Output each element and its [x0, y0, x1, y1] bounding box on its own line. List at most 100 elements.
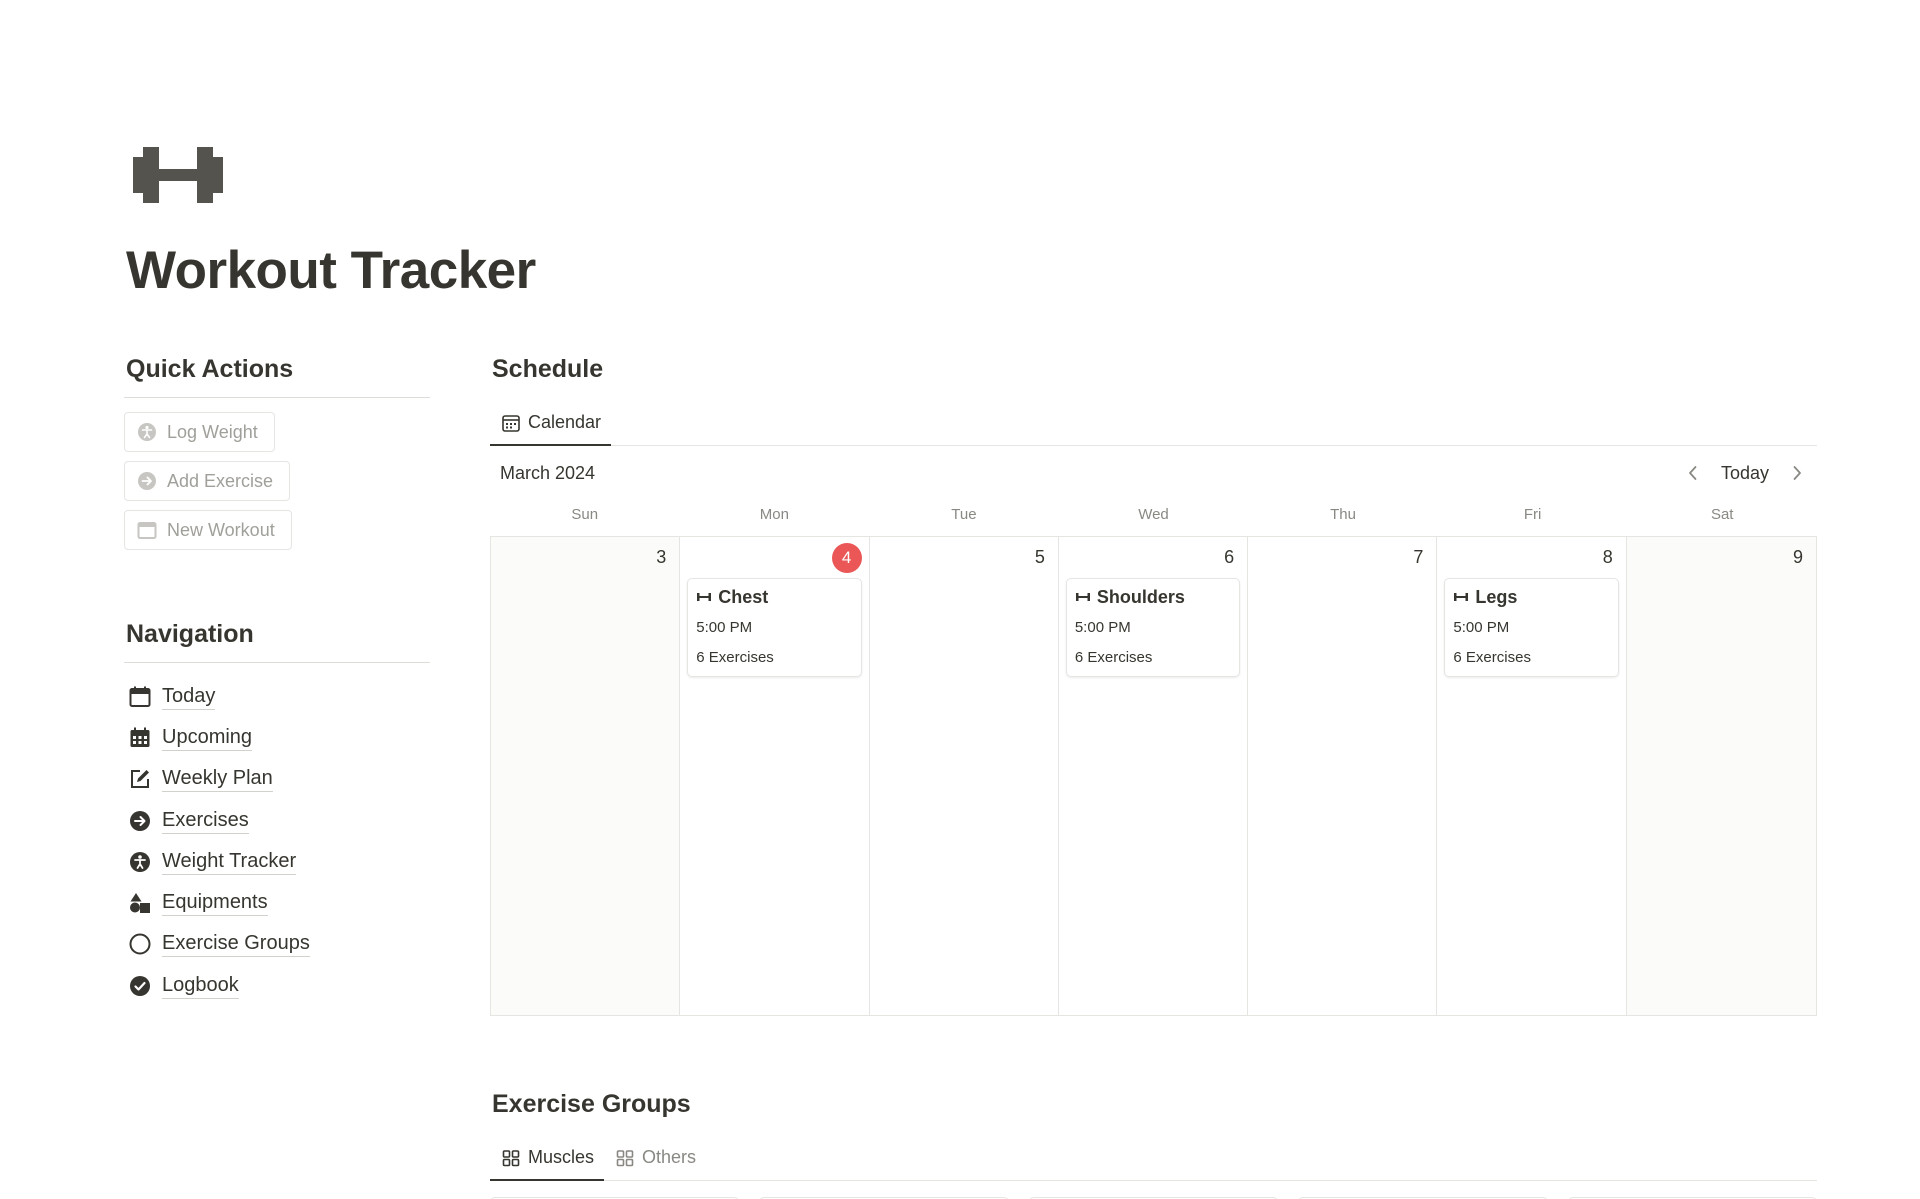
calendar-header: March 2024 Today — [490, 446, 1817, 500]
day-number: 5 — [1034, 547, 1045, 567]
event-title: Chest — [696, 585, 852, 609]
quick-actions-heading: Quick Actions — [126, 355, 294, 383]
day-number: 8 — [1602, 547, 1613, 567]
new-workout-label: New Workout — [167, 519, 275, 540]
exercise-groups-section: Exercise Groups Muscles Others — [490, 1090, 1818, 1199]
dumbbell-icon — [1075, 589, 1091, 605]
left-column: Quick Actions Log Weight Add Exercise Ne… — [124, 355, 430, 1006]
event-exercise-count: 6 Exercises — [1074, 649, 1153, 666]
schedule-section: Schedule Calendar March 2024 Today Sun M… — [490, 355, 1817, 1016]
nav-label: Logbook — [162, 973, 239, 999]
navigation-heading: Navigation — [126, 620, 254, 648]
add-exercise-label: Add Exercise — [167, 470, 274, 491]
day-number: 6 — [1224, 547, 1235, 567]
event-time: 5:00 PM — [696, 619, 753, 636]
log-weight-label: Log Weight — [167, 421, 258, 442]
event-time: 5:00 PM — [1453, 619, 1510, 636]
divider — [124, 662, 430, 663]
calendar-day-cell[interactable]: 4 Chest 5:00 PM 6 Exercises — [680, 537, 870, 1015]
today-button[interactable]: Today — [1715, 463, 1775, 484]
calendar-week-grid: 3 4 Chest 5:00 PM 6 Exercises 5 6 Should… — [490, 536, 1817, 1016]
circle-outline-icon — [128, 932, 152, 956]
dumbbell-icon — [133, 147, 223, 203]
new-workout-button[interactable]: New Workout — [124, 510, 292, 550]
navigation-list: Today Upcoming Weekly Plan Exercises Wei… — [124, 676, 430, 1006]
calendar-day-cell[interactable]: 8 Legs 5:00 PM 6 Exercises — [1437, 537, 1627, 1015]
divider — [124, 397, 430, 398]
event-exercise-count: 6 Exercises — [696, 649, 774, 666]
add-exercise-button[interactable]: Add Exercise — [124, 461, 291, 501]
nav-label: Weight Tracker — [162, 849, 297, 875]
chevron-right-icon[interactable] — [1785, 461, 1809, 485]
schedule-heading: Schedule — [492, 355, 604, 383]
calendar-day-cell[interactable]: 7 — [1248, 537, 1438, 1015]
tab-calendar[interactable]: Calendar — [490, 400, 612, 446]
dumbbell-icon — [1453, 589, 1469, 605]
today-badge: 4 — [831, 543, 862, 573]
event-title: Shoulders — [1075, 585, 1231, 609]
event-title-text: Legs — [1475, 586, 1518, 607]
event-card[interactable]: Chest 5:00 PM 6 Exercises — [687, 578, 862, 677]
nav-label: Equipments — [162, 890, 268, 917]
calendar-nav: Today — [1681, 461, 1817, 485]
calendar-day-cell[interactable]: 3 — [491, 537, 681, 1015]
weekday-header-row: Sun Mon Tue Wed Thu Fri Sat — [490, 500, 1817, 528]
event-title-text: Chest — [718, 586, 769, 607]
edit-icon — [128, 767, 152, 791]
weekday-label: Sat — [1710, 505, 1734, 523]
weekday-label: Fri — [1523, 505, 1542, 523]
calendar-day-cell[interactable]: 6 Shoulders 5:00 PM 6 Exercises — [1059, 537, 1249, 1015]
weekday-label: Thu — [1330, 505, 1356, 523]
tab-muscles-label: Muscles — [528, 1147, 595, 1167]
event-card[interactable]: Shoulders 5:00 PM 6 Exercises — [1065, 578, 1241, 677]
accessibility-icon — [128, 850, 152, 874]
nav-item-weekly-plan[interactable]: Weekly Plan — [124, 759, 430, 800]
tab-others[interactable]: Others — [604, 1135, 706, 1180]
arrow-circle-right-icon — [128, 809, 152, 833]
nav-label: Exercises — [162, 808, 249, 834]
nav-item-exercise-groups[interactable]: Exercise Groups — [124, 924, 430, 965]
arrow-circle-right-icon — [137, 471, 157, 491]
weekday-label: Wed — [1138, 505, 1169, 523]
nav-label: Today — [162, 684, 216, 710]
day-number: 3 — [656, 547, 667, 567]
nav-item-weight-tracker[interactable]: Weight Tracker — [124, 841, 430, 882]
tab-muscles[interactable]: Muscles — [490, 1135, 605, 1181]
chevron-left-icon[interactable] — [1681, 461, 1705, 485]
gallery-icon — [616, 1149, 634, 1167]
nav-item-upcoming[interactable]: Upcoming — [124, 717, 430, 758]
nav-item-equipments[interactable]: Equipments — [124, 882, 430, 923]
day-number: 9 — [1792, 547, 1803, 567]
weekday-label: Sun — [571, 505, 599, 523]
accessibility-icon — [137, 422, 157, 442]
nav-item-logbook[interactable]: Logbook — [124, 965, 430, 1006]
tab-others-label: Others — [642, 1147, 697, 1167]
calendar-day-cell[interactable]: 5 — [870, 537, 1059, 1015]
tab-calendar-label: Calendar — [528, 412, 602, 432]
event-exercise-count: 6 Exercises — [1453, 649, 1531, 666]
schedule-view-tabs: Calendar — [490, 400, 1817, 446]
calendar-grid-icon — [128, 726, 152, 750]
check-circle-icon — [128, 974, 152, 998]
calendar-month: March 2024 — [500, 462, 596, 483]
event-title: Legs — [1453, 585, 1609, 609]
nav-label: Exercise Groups — [162, 931, 310, 958]
weekday-label: Tue — [951, 505, 977, 523]
gallery-icon — [502, 1149, 520, 1167]
nav-label: Weekly Plan — [162, 766, 273, 793]
calendar-icon — [128, 685, 152, 709]
exercise-groups-view-tabs: Muscles Others — [490, 1135, 1817, 1181]
nav-item-exercises[interactable]: Exercises — [124, 800, 430, 841]
event-card[interactable]: Legs 5:00 PM 6 Exercises — [1444, 578, 1619, 677]
nav-item-today[interactable]: Today — [124, 676, 430, 717]
weekday-label: Mon — [759, 505, 789, 523]
dumbbell-icon — [696, 589, 712, 605]
page-title: Workout Tracker — [126, 241, 536, 300]
event-time: 5:00 PM — [1074, 619, 1131, 636]
calendar-day-cell[interactable]: 9 — [1626, 537, 1816, 1015]
shapes-icon — [128, 891, 152, 915]
log-weight-button[interactable]: Log Weight — [124, 412, 275, 452]
navigation-section: Navigation Today Upcoming Weekly Plan Ex… — [124, 620, 430, 1006]
calendar-icon — [502, 414, 520, 432]
event-title-text: Shoulders — [1096, 586, 1185, 607]
